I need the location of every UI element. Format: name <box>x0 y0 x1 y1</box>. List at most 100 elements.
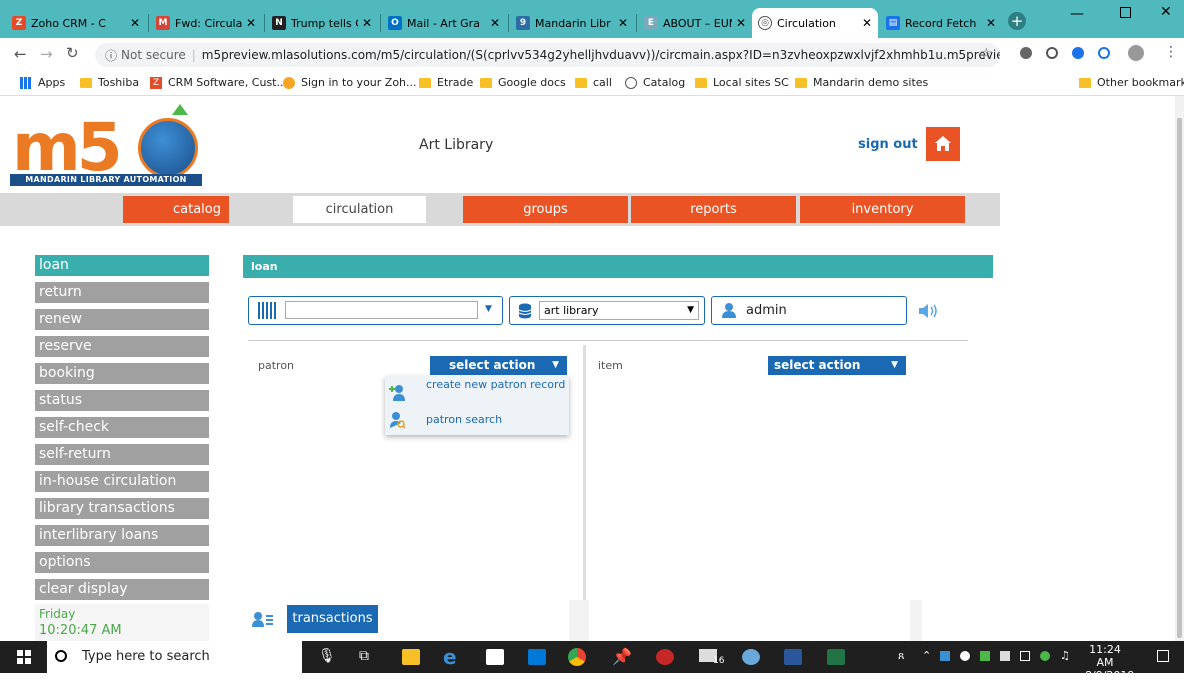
home-button[interactable] <box>926 127 960 161</box>
tray-icon[interactable] <box>940 651 950 661</box>
menu-icon[interactable]: ⋮ <box>1164 44 1178 60</box>
close-icon[interactable]: ✕ <box>618 16 628 30</box>
extension-icon[interactable] <box>1098 47 1110 59</box>
microphone-icon[interactable]: 🎙 <box>318 648 336 664</box>
back-icon[interactable]: ← <box>14 45 27 63</box>
minimize-icon[interactable]: — <box>1070 6 1084 22</box>
tray-icon[interactable] <box>980 651 990 661</box>
star-icon[interactable]: ☆ <box>980 46 993 62</box>
chrome-icon[interactable] <box>568 648 586 666</box>
onedrive-icon[interactable] <box>960 651 970 661</box>
close-icon[interactable]: ✕ <box>986 16 996 30</box>
transactions-button[interactable]: transactions <box>287 605 378 633</box>
windows-start-icon[interactable] <box>17 650 31 664</box>
barcode-input[interactable] <box>285 301 478 319</box>
browser-tab-active[interactable]: ◎ Circulation ✕ <box>752 8 878 38</box>
sidebar-item-return[interactable]: return <box>35 282 209 303</box>
patron-select-action[interactable]: select action ▼ <box>430 356 567 375</box>
battery-icon[interactable] <box>1020 651 1030 661</box>
extension-icon[interactable] <box>1020 47 1032 59</box>
panel-splitter[interactable] <box>583 345 586 601</box>
word-icon[interactable] <box>784 649 802 665</box>
bookmark-item[interactable]: Sign in to your Zoh... <box>283 76 417 89</box>
sidebar-item-status[interactable]: status <box>35 390 209 411</box>
bookmark-item[interactable]: Local sites SC <box>695 76 789 89</box>
browser-tab[interactable]: ▤ Record Fetch ✕ <box>880 8 1002 38</box>
edge-icon[interactable]: e <box>443 645 457 669</box>
sidebar-item-in-house[interactable]: in-house circulation <box>35 471 209 492</box>
excel-icon[interactable] <box>827 649 845 665</box>
sidebar-item-reserve[interactable]: reserve <box>35 336 209 357</box>
speaker-icon[interactable] <box>918 304 938 318</box>
sidebar-item-self-return[interactable]: self-return <box>35 444 209 465</box>
volume-icon[interactable]: ♫ <box>1060 649 1070 662</box>
task-view-icon[interactable]: ⧉ <box>359 648 369 664</box>
close-icon[interactable]: ✕ <box>862 16 872 30</box>
file-explorer-icon[interactable] <box>402 649 420 665</box>
reload-icon[interactable]: ↻ <box>66 44 79 62</box>
bookmark-item[interactable]: Toshiba <box>80 76 139 89</box>
chevron-up-icon[interactable]: ⌃ <box>922 649 931 662</box>
tab-reports[interactable]: reports <box>631 196 796 223</box>
bookmark-item[interactable]: Z CRM Software, Cust... <box>150 76 287 89</box>
sidebar-item-loan[interactable]: loan <box>35 255 209 276</box>
close-icon[interactable]: ✕ <box>490 16 500 30</box>
people-icon[interactable] <box>742 649 760 665</box>
sidebar-item-interlibrary-loans[interactable]: interlibrary loans <box>35 525 209 546</box>
browser-tab[interactable]: M Fwd: Circulatio ✕ <box>150 8 262 38</box>
scrollbar-thumb[interactable] <box>1177 118 1182 638</box>
browser-tab[interactable]: O Mail - Art Gra ✕ <box>382 8 506 38</box>
tab-catalog[interactable]: catalog <box>123 196 229 223</box>
taskbar-search[interactable]: Type here to search <box>47 641 302 673</box>
clock-area[interactable]: 11:24 AM 8/9/2019 <box>1085 643 1134 682</box>
library-select[interactable]: art library ▼ <box>539 301 699 320</box>
sign-out-link[interactable]: sign out <box>858 137 918 152</box>
network-icon[interactable] <box>1000 651 1010 661</box>
sidebar-item-clear-display[interactable]: clear display <box>35 579 209 600</box>
bookmark-item[interactable]: Google docs <box>480 76 566 89</box>
menu-item-patron-search[interactable]: patron search <box>385 409 569 433</box>
bookmark-item[interactable]: Etrade <box>419 76 473 89</box>
app-icon[interactable] <box>656 649 674 665</box>
sidebar-item-self-check[interactable]: self-check <box>35 417 209 438</box>
avatar[interactable] <box>1128 45 1144 61</box>
item-select-action[interactable]: select action ▼ <box>768 356 906 375</box>
bookmark-other[interactable]: Other bookmarks <box>1079 76 1184 89</box>
close-icon[interactable]: ✕ <box>130 16 140 30</box>
people-tray-icon[interactable]: ጸ <box>898 649 904 663</box>
chevron-down-icon[interactable]: ▼ <box>485 304 492 314</box>
tab-inventory[interactable]: inventory <box>800 196 965 223</box>
extension-icon[interactable] <box>1046 47 1058 59</box>
close-icon[interactable]: ✕ <box>736 16 746 30</box>
browser-tab[interactable]: 9 Mandarin Libr ✕ <box>510 8 634 38</box>
bookmark-item[interactable]: Catalog <box>625 76 685 89</box>
close-icon[interactable]: ✕ <box>362 16 372 30</box>
tray-icon[interactable] <box>1040 651 1050 661</box>
browser-tab[interactable]: E ABOUT – EUN ✕ <box>638 8 752 38</box>
restore-icon[interactable] <box>1120 7 1131 18</box>
forward-icon[interactable]: → <box>40 45 53 63</box>
store-icon[interactable] <box>486 649 504 665</box>
address-bar[interactable]: ⓘ Not secure | m5preview.mlasolutions.co… <box>95 43 1000 67</box>
browser-tab[interactable]: Z Zoho CRM - C ✕ <box>6 8 146 38</box>
notifications-icon[interactable] <box>1157 650 1169 662</box>
new-tab-icon[interactable]: + <box>1008 12 1026 30</box>
mail-icon[interactable]: 16 <box>699 647 727 667</box>
barcode-combobox[interactable]: ▼ <box>248 296 503 325</box>
sidebar-item-booking[interactable]: booking <box>35 363 209 384</box>
pin-icon[interactable]: 📌 <box>612 647 632 666</box>
menu-item-create-patron[interactable]: create new patron record <box>385 378 569 408</box>
page-scrollbar[interactable] <box>1175 96 1184 641</box>
bookmark-apps[interactable]: Apps <box>20 76 65 89</box>
skype-icon[interactable] <box>1072 47 1084 59</box>
window-close-icon[interactable]: ✕ <box>1160 4 1172 20</box>
sidebar-item-options[interactable]: options <box>35 552 209 573</box>
close-icon[interactable]: ✕ <box>246 16 256 30</box>
bookmark-item[interactable]: Mandarin demo sites <box>795 76 928 89</box>
tab-circulation[interactable]: circulation <box>293 196 426 223</box>
library-select-box[interactable]: art library ▼ <box>509 296 705 325</box>
browser-tab[interactable]: N Trump tells C ✕ <box>266 8 378 38</box>
sidebar-item-library-transactions[interactable]: library transactions <box>35 498 209 519</box>
tab-groups[interactable]: groups <box>463 196 628 223</box>
bookmark-item[interactable]: call <box>575 76 612 89</box>
